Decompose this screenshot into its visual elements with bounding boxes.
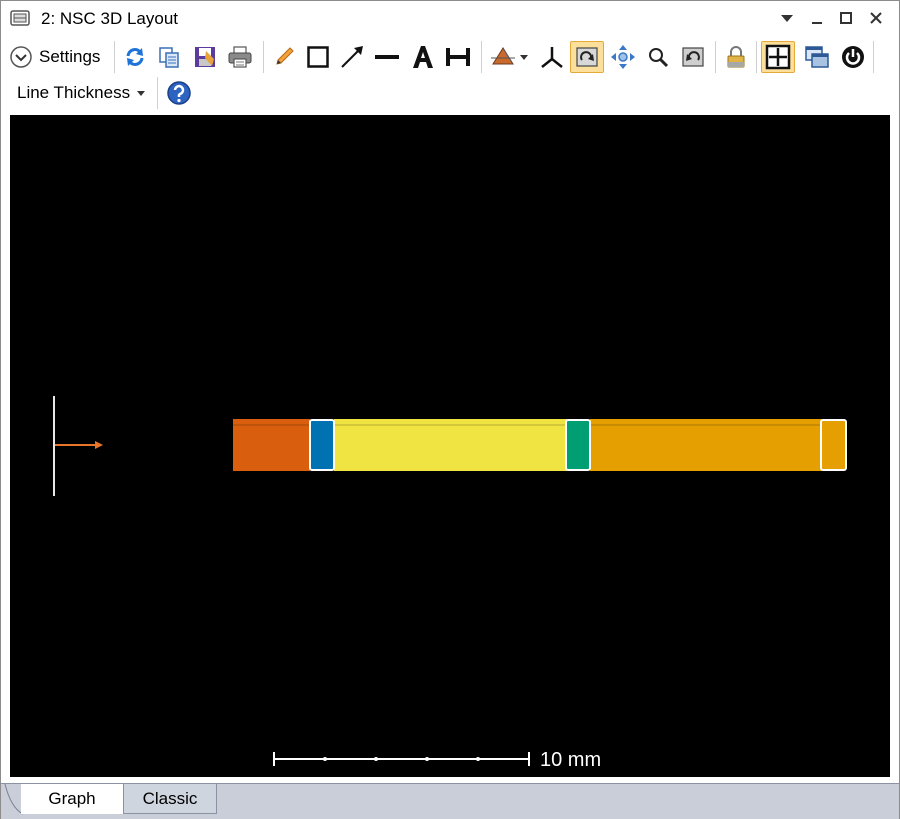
settings-label: Settings	[39, 47, 101, 66]
rotate-active-button[interactable]	[570, 41, 604, 73]
close-icon	[870, 12, 882, 24]
pan-button[interactable]	[607, 41, 639, 73]
arrow-button[interactable]	[337, 41, 367, 73]
save-icon	[195, 47, 215, 67]
dropdown-arrow-icon	[781, 15, 793, 22]
source-ray-arrow	[95, 441, 103, 449]
zoom-button[interactable]	[643, 41, 673, 73]
axes-icon	[541, 47, 563, 68]
save-button[interactable]	[189, 41, 221, 73]
arrow-icon	[341, 46, 363, 68]
dimension-button[interactable]	[441, 41, 475, 73]
pencil-icon	[276, 47, 294, 65]
float-window-icon	[805, 46, 829, 68]
rectangle-icon	[307, 46, 329, 68]
float-window-button[interactable]	[801, 41, 833, 73]
line-icon	[375, 55, 399, 59]
text-button[interactable]	[407, 41, 439, 73]
fit-window-button[interactable]	[761, 41, 795, 73]
lens-element-2	[565, 419, 591, 471]
toolbar-separator	[873, 41, 874, 73]
object-segment-2	[334, 419, 567, 471]
toolbar-separator	[481, 41, 482, 73]
reset-view-button[interactable]	[677, 41, 709, 73]
window-layout-icon	[10, 9, 30, 27]
minimize-icon	[812, 22, 822, 24]
layout-viewport[interactable]: 10 mm	[10, 115, 890, 777]
dropdown-arrow-icon	[137, 91, 146, 96]
fit-window-icon	[765, 44, 791, 70]
object-segment-1	[233, 419, 310, 471]
toolbar-separator	[157, 77, 158, 109]
rectangle-button[interactable]	[303, 41, 333, 73]
nsc-3d-layout-window: 2: NSC 3D Layout Settings Line Thickness…	[0, 0, 900, 819]
tab-bar: Graph Classic	[1, 783, 899, 819]
pencil-button[interactable]	[269, 41, 299, 73]
line-button[interactable]	[371, 41, 403, 73]
close-button[interactable]	[862, 5, 890, 31]
text-icon	[413, 46, 433, 68]
line-thickness-dropdown[interactable]: Line Thickness	[13, 77, 151, 109]
rotate-active-icon	[576, 47, 598, 67]
settings-button[interactable]: Settings	[9, 41, 109, 73]
print-icon	[228, 46, 252, 68]
lock-button[interactable]	[721, 41, 751, 73]
tab-classic[interactable]: Classic	[123, 784, 217, 814]
toolbar-separator	[114, 41, 115, 73]
window-title: 2: NSC 3D Layout	[41, 9, 179, 28]
toolbar-separator	[756, 41, 757, 73]
maximize-button[interactable]	[832, 5, 860, 31]
minimize-button[interactable]	[803, 5, 831, 31]
power-button[interactable]	[837, 41, 869, 73]
lens-element-1	[309, 419, 335, 471]
expand-chevron-icon	[10, 46, 32, 68]
power-icon	[842, 46, 864, 68]
copy-button[interactable]	[153, 41, 185, 73]
help-icon	[167, 81, 191, 105]
pan-icon	[611, 45, 635, 69]
zoom-icon	[649, 48, 669, 68]
toolbar-separator	[715, 41, 716, 73]
refresh-icon	[126, 48, 144, 66]
axes-button[interactable]	[537, 41, 567, 73]
copy-icon	[159, 47, 179, 68]
maximize-icon	[840, 12, 852, 24]
scale-bar-label: 10 mm	[540, 749, 601, 771]
line-thickness-label: Line Thickness	[17, 83, 131, 102]
window-menu-button[interactable]	[773, 5, 801, 31]
tab-graph[interactable]: Graph	[21, 784, 123, 814]
print-button[interactable]	[223, 41, 257, 73]
layout-canvas: 10 mm	[53, 396, 847, 771]
help-button[interactable]	[164, 77, 194, 109]
rotate-view-dropdown[interactable]	[487, 41, 531, 73]
scale-bar	[273, 752, 530, 766]
toolbar: Settings Line Thickness	[1, 37, 899, 113]
refresh-button[interactable]	[119, 41, 151, 73]
dimension-icon	[446, 48, 470, 66]
end-cap-element	[820, 419, 847, 471]
object-segment-3	[590, 419, 822, 471]
title-bar[interactable]: 2: NSC 3D Layout	[1, 1, 899, 35]
rotate-view-icon	[491, 47, 528, 65]
reset-view-icon	[682, 47, 704, 67]
toolbar-separator	[263, 41, 264, 73]
lock-icon	[727, 46, 745, 68]
